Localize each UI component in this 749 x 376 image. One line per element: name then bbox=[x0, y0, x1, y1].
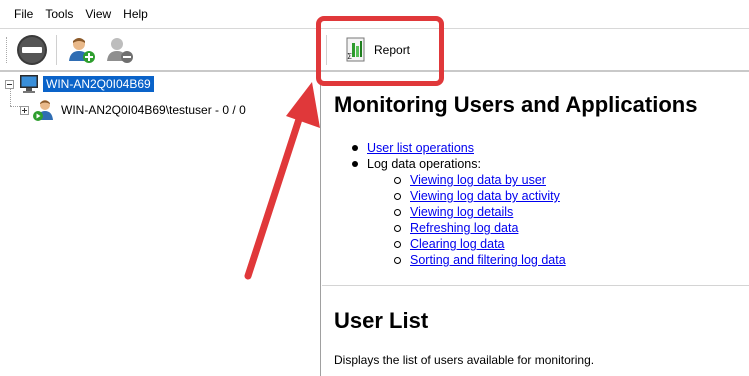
bullet-circle bbox=[394, 192, 401, 200]
toolbar-separator bbox=[56, 35, 57, 65]
toolbar-grip[interactable] bbox=[6, 37, 9, 63]
bullet-circle bbox=[394, 224, 401, 232]
stop-icon bbox=[17, 35, 47, 65]
menu-help[interactable]: Help bbox=[121, 5, 150, 23]
section-divider bbox=[322, 285, 749, 286]
tree-user-row[interactable]: WIN-AN2Q0I04B69\testuser - 0 / 0 bbox=[20, 98, 249, 122]
tree-root-row[interactable]: WIN-AN2Q0I04B69 bbox=[5, 74, 154, 94]
bullet-list: User list operations Log data operations… bbox=[352, 140, 481, 172]
tree-root-label[interactable]: WIN-AN2Q0I04B69 bbox=[43, 76, 154, 92]
left-toolbar bbox=[0, 28, 320, 70]
list-item: Viewing log data by user bbox=[394, 172, 566, 188]
menu-view[interactable]: View bbox=[83, 5, 113, 23]
tree-user-label[interactable]: WIN-AN2Q0I04B69\testuser - 0 / 0 bbox=[58, 102, 249, 118]
help-content: Monitoring Users and Applications User l… bbox=[322, 72, 749, 376]
refreshing-log-data-link[interactable]: Refreshing log data bbox=[410, 221, 518, 235]
bullet-circle bbox=[394, 240, 401, 248]
remove-user-icon bbox=[107, 38, 133, 63]
list-item: Clearing log data bbox=[394, 236, 566, 252]
user-list-operations-link[interactable]: User list operations bbox=[367, 141, 474, 155]
computer-icon bbox=[20, 75, 38, 93]
page-title: Monitoring Users and Applications bbox=[334, 92, 698, 117]
user-monitor-icon bbox=[33, 100, 53, 121]
list-item: Viewing log data by activity bbox=[394, 188, 566, 204]
annotation-arrow bbox=[244, 82, 320, 280]
stop-button[interactable] bbox=[14, 32, 50, 68]
collapse-toggle[interactable] bbox=[5, 79, 14, 89]
remove-user-button[interactable] bbox=[102, 32, 138, 68]
user-list-description: Displays the list of users available for… bbox=[334, 353, 595, 367]
list-item: Sorting and filtering log data bbox=[394, 252, 566, 268]
viewing-log-details-link[interactable]: Viewing log details bbox=[410, 205, 513, 219]
sub-link-list: Viewing log data by user Viewing log dat… bbox=[394, 172, 566, 268]
sorting-filtering-log-data-link[interactable]: Sorting and filtering log data bbox=[410, 253, 566, 267]
bullet-circle bbox=[394, 256, 401, 264]
add-user-button[interactable] bbox=[64, 32, 100, 68]
bullet-dot bbox=[352, 145, 358, 151]
list-item: Log data operations: bbox=[352, 156, 481, 172]
log-data-operations-label: Log data operations: bbox=[367, 157, 481, 171]
menu-tools[interactable]: Tools bbox=[43, 5, 75, 23]
bullet-dot bbox=[352, 161, 358, 167]
list-item: User list operations bbox=[352, 140, 481, 156]
viewing-log-by-activity-link[interactable]: Viewing log data by activity bbox=[410, 189, 560, 203]
bullet-circle bbox=[394, 176, 401, 184]
add-user-icon bbox=[69, 38, 95, 63]
user-list-heading: User List bbox=[334, 308, 429, 333]
bullet-circle bbox=[394, 208, 401, 216]
menu-file[interactable]: File bbox=[12, 5, 35, 23]
clearing-log-data-link[interactable]: Clearing log data bbox=[410, 237, 505, 251]
list-item: Refreshing log data bbox=[394, 220, 566, 236]
list-item: Viewing log details bbox=[394, 204, 566, 220]
viewing-log-by-user-link[interactable]: Viewing log data by user bbox=[410, 173, 546, 187]
expand-toggle[interactable] bbox=[20, 105, 29, 115]
highlight-box bbox=[316, 16, 444, 86]
